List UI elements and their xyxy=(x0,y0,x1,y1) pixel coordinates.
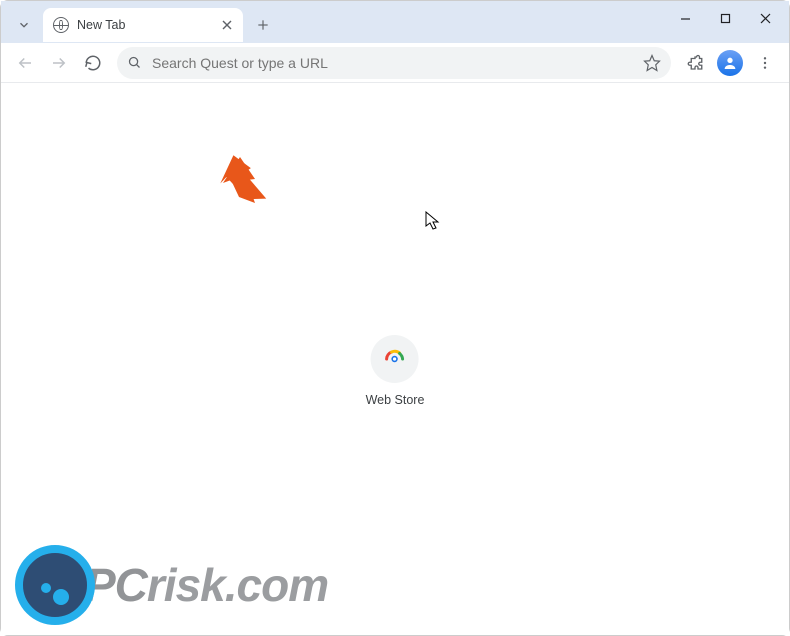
profile-button[interactable] xyxy=(717,50,743,76)
back-button[interactable] xyxy=(9,47,41,79)
cursor-icon xyxy=(425,211,441,231)
web-store-icon xyxy=(383,347,407,371)
arrow-right-icon xyxy=(50,54,68,72)
reload-button[interactable] xyxy=(77,47,109,79)
minimize-button[interactable] xyxy=(665,3,705,33)
arrow-left-icon xyxy=(16,54,34,72)
close-icon xyxy=(760,13,771,24)
tab-close-button[interactable] xyxy=(219,17,235,33)
window-controls xyxy=(665,3,785,33)
shortcut-web-store[interactable]: Web Store xyxy=(366,335,425,407)
chevron-down-icon xyxy=(17,18,31,32)
search-icon xyxy=(127,55,142,70)
puzzle-icon xyxy=(686,54,704,72)
forward-button[interactable] xyxy=(43,47,75,79)
search-tabs-button[interactable] xyxy=(9,10,39,40)
maximize-button[interactable] xyxy=(705,3,745,33)
shortcut-label: Web Store xyxy=(366,393,425,407)
plus-icon xyxy=(256,18,270,32)
new-tab-button[interactable] xyxy=(249,11,277,39)
reload-icon xyxy=(84,54,102,72)
watermark-text: PCrisk.com xyxy=(85,558,328,612)
address-input[interactable] xyxy=(152,55,643,71)
bookmark-button[interactable] xyxy=(643,54,661,72)
new-tab-content: Web Store PCrisk.com xyxy=(1,83,789,635)
star-icon xyxy=(643,54,661,72)
extensions-button[interactable] xyxy=(679,47,711,79)
watermark: PCrisk.com xyxy=(15,545,328,625)
close-window-button[interactable] xyxy=(745,3,785,33)
close-icon xyxy=(222,20,232,30)
kebab-icon xyxy=(757,55,773,71)
browser-tab[interactable]: New Tab xyxy=(43,8,243,42)
omnibox[interactable] xyxy=(117,47,671,79)
shortcut-circle xyxy=(371,335,419,383)
annotation-arrow xyxy=(205,153,275,223)
watermark-logo xyxy=(15,545,95,625)
globe-icon xyxy=(53,17,69,33)
menu-button[interactable] xyxy=(749,47,781,79)
maximize-icon xyxy=(720,13,731,24)
minimize-icon xyxy=(680,13,691,24)
person-icon xyxy=(722,55,738,71)
toolbar xyxy=(1,43,789,83)
tab-title: New Tab xyxy=(77,18,219,32)
titlebar: New Tab xyxy=(1,1,789,43)
